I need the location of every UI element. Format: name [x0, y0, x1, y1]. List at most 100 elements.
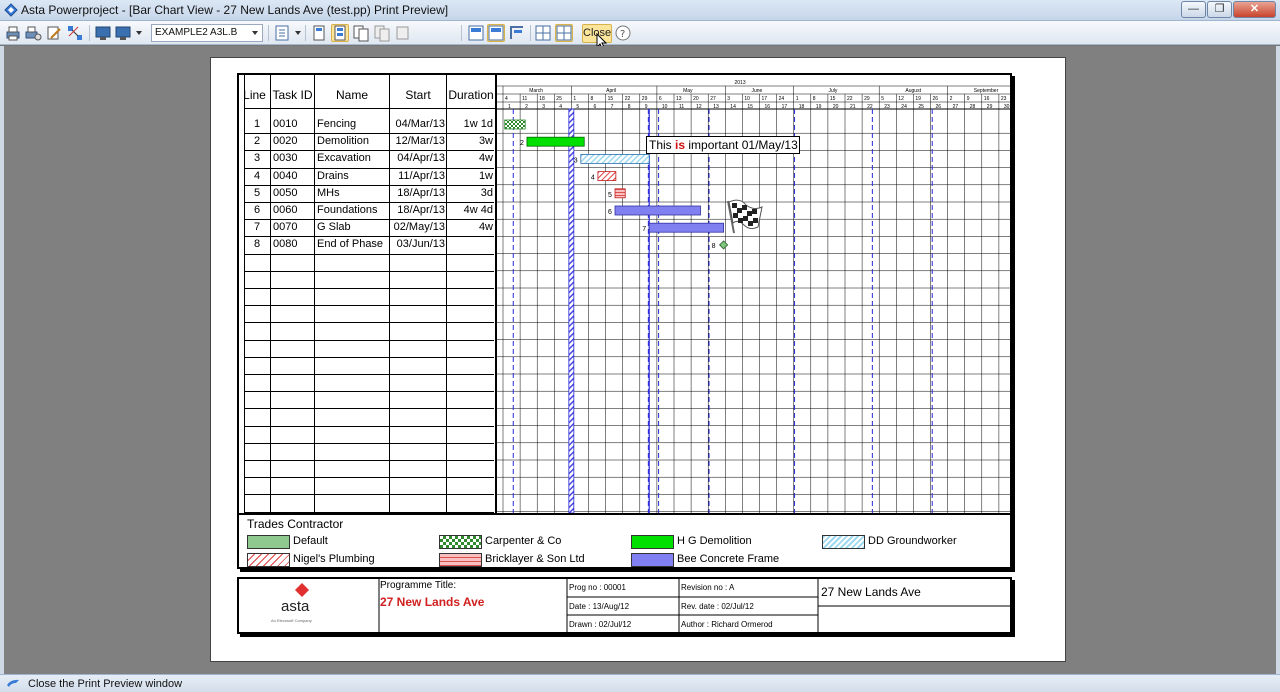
window-close-button[interactable]: ✕ — [1233, 1, 1276, 18]
grid-line — [314, 75, 315, 513]
cell-line[interactable]: 2 — [244, 133, 270, 150]
cell-line[interactable]: 3 — [244, 150, 270, 167]
cell-start[interactable]: 04/Apr/13 — [390, 150, 445, 167]
chevron-down-icon[interactable] — [136, 31, 142, 35]
cell-name[interactable]: MHs — [317, 185, 389, 202]
timescale-month: June — [752, 88, 763, 94]
bar-label: 5 — [608, 192, 612, 199]
cell-name[interactable]: Demolition — [317, 133, 389, 150]
print-setup-icon[interactable] — [24, 24, 42, 42]
cell-duration[interactable]: 4w — [447, 219, 493, 236]
grid-lines-icon[interactable] — [534, 24, 552, 42]
cell-duration[interactable]: 4w 4d — [447, 202, 493, 219]
cell-task-id[interactable]: 0060 — [273, 202, 313, 219]
chevron-down-icon[interactable] — [252, 31, 258, 35]
page-layout-icon[interactable] — [273, 24, 291, 42]
cell-name[interactable]: End of Phase — [317, 236, 389, 253]
page-view-icon[interactable] — [331, 24, 349, 42]
timescale-day: 22 — [625, 96, 631, 102]
cell-name[interactable]: Fencing — [317, 116, 389, 133]
cell-line[interactable]: 1 — [244, 116, 270, 133]
cell-name[interactable]: Foundations — [317, 202, 389, 219]
timescale-month: April — [606, 88, 616, 94]
programme-title-label: Programme Title: — [380, 580, 457, 591]
grid-line — [244, 477, 494, 478]
cell-task-id[interactable]: 0020 — [273, 133, 313, 150]
legend-label: Bricklayer & Son Ltd — [485, 553, 585, 565]
cell-name[interactable]: Excavation — [317, 150, 389, 167]
bar-chart-grid: Line Task ID Name Start Duration 1 0010 Fe… — [237, 73, 1012, 515]
monitor-icon[interactable] — [94, 24, 112, 42]
timescale-day: 17 — [762, 96, 768, 102]
grid-line — [244, 408, 494, 409]
toolbar-separator — [268, 25, 269, 41]
timescale-day: 22 — [847, 96, 853, 102]
cell-start[interactable]: 04/Mar/13 — [390, 116, 445, 133]
help-icon[interactable]: ? — [614, 24, 632, 42]
cell-name[interactable]: Drains — [317, 168, 389, 185]
timescale-day: 15 — [608, 96, 614, 102]
asta-app-icon[interactable] — [4, 3, 18, 17]
cell-line[interactable]: 4 — [244, 168, 270, 185]
callout-highlight: is — [675, 138, 686, 152]
cell-start[interactable]: 03/Jun/13 — [390, 236, 445, 253]
minimize-button[interactable]: — — [1181, 1, 1206, 18]
cell-task-id[interactable]: 0070 — [273, 219, 313, 236]
timescale-day: 20 — [693, 96, 699, 102]
grid-line — [244, 391, 494, 392]
timescale-day: 1 — [573, 96, 576, 102]
cell-duration[interactable]: 3d — [447, 185, 493, 202]
zoom-fit-icon[interactable] — [487, 24, 505, 42]
chevron-down-icon[interactable] — [295, 31, 301, 35]
print-icon[interactable] — [4, 24, 22, 42]
bar-label: 2 — [520, 140, 524, 147]
callout-suffix: important 01/May/13 — [685, 138, 798, 152]
cell-task-id[interactable]: 0040 — [273, 168, 313, 185]
prev-page-icon[interactable] — [373, 24, 391, 42]
cell-name[interactable]: G Slab — [317, 219, 389, 236]
restore-button[interactable]: ❐ — [1207, 1, 1232, 18]
cell-duration[interactable]: 3w — [447, 133, 493, 150]
cell-line[interactable]: 7 — [244, 219, 270, 236]
edit-page-icon[interactable] — [45, 24, 63, 42]
multi-page-icon[interactable] — [352, 24, 370, 42]
monitor-dropdown-icon[interactable] — [114, 24, 132, 42]
cell-line[interactable]: 6 — [244, 202, 270, 219]
cell-start[interactable]: 18/Apr/13 — [390, 202, 445, 219]
grid-line — [244, 108, 496, 109]
column-header-task-id[interactable]: Task ID — [271, 75, 314, 115]
grid-line — [244, 254, 494, 255]
column-header-name[interactable]: Name — [315, 75, 389, 115]
cell-task-id[interactable]: 0030 — [273, 150, 313, 167]
page-grid-icon[interactable] — [555, 24, 573, 42]
grid-line — [270, 75, 271, 513]
legend-swatch — [247, 553, 290, 567]
connect-icon[interactable] — [66, 24, 84, 42]
cell-start[interactable]: 02/May/13 — [390, 219, 445, 236]
zoom-out-icon[interactable] — [508, 24, 526, 42]
legend-swatch — [439, 535, 482, 549]
column-header-start[interactable]: Start — [390, 75, 446, 115]
cell-duration[interactable]: 4w — [447, 150, 493, 167]
cell-duration[interactable]: 1w 1d — [447, 116, 493, 133]
cell-start[interactable]: 11/Apr/13 — [390, 168, 445, 185]
cell-task-id[interactable]: 0010 — [273, 116, 313, 133]
timescale-day: 2 — [950, 96, 953, 102]
column-header-duration[interactable]: Duration — [447, 75, 495, 115]
cell-start[interactable]: 18/Apr/13 — [390, 185, 445, 202]
cell-task-id[interactable]: 0050 — [273, 185, 313, 202]
cell-task-id[interactable]: 0080 — [273, 236, 313, 253]
page-setup-select[interactable]: EXAMPLE2 A3L.B — [151, 24, 263, 42]
cell-line[interactable]: 8 — [244, 236, 270, 253]
cell-duration[interactable]: 1w — [447, 168, 493, 185]
first-page-icon[interactable] — [310, 24, 328, 42]
timescale-day: 15 — [830, 96, 836, 102]
timescale-day: 8 — [813, 96, 816, 102]
bar-label: 7 — [642, 226, 646, 233]
next-page-icon[interactable] — [394, 24, 412, 42]
note-callout[interactable]: This is important 01/May/13 — [646, 136, 800, 154]
cell-line[interactable]: 5 — [244, 185, 270, 202]
zoom-in-icon[interactable] — [467, 24, 485, 42]
timescale-day: 3 — [727, 96, 730, 102]
cell-start[interactable]: 12/Mar/13 — [390, 133, 445, 150]
